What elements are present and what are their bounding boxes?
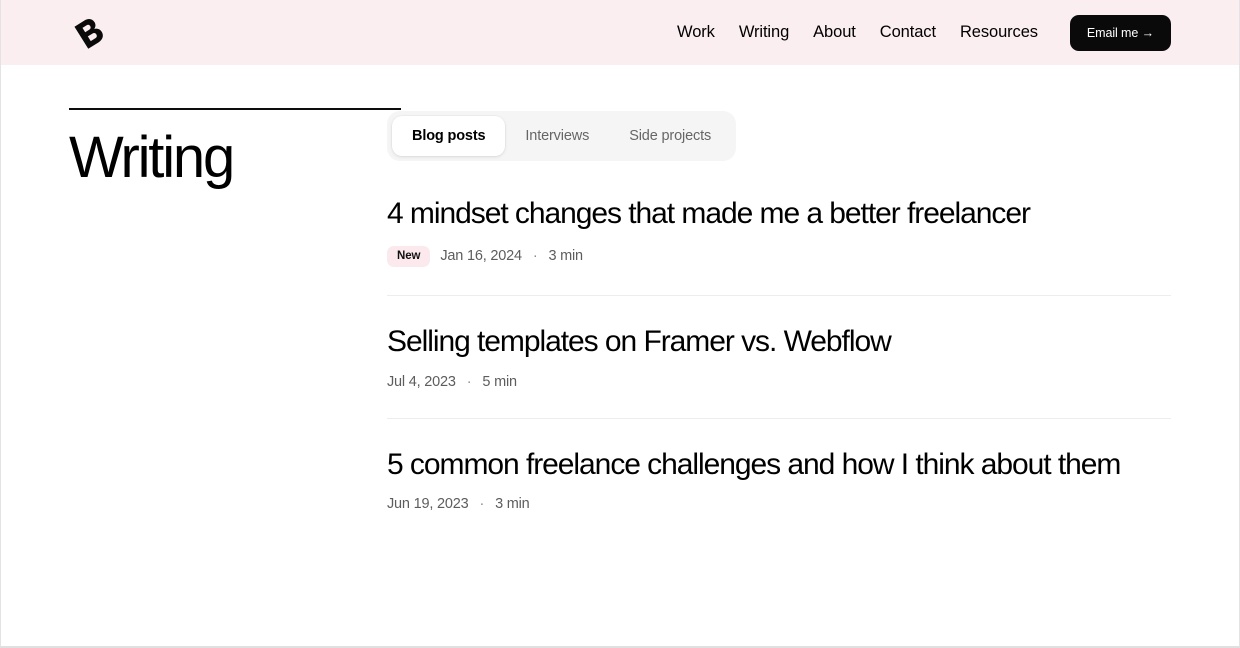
post-title: Selling templates on Framer vs. Webflow [387,325,892,358]
nav-item-contact[interactable]: Contact [868,17,948,48]
email-me-button[interactable]: Email me → [1069,14,1171,51]
posts-column: Blog posts Interviews Side projects 4 mi… [387,65,1239,540]
page-content: Writing Blog posts Interviews Side proje… [1,65,1239,540]
page-header-column: Writing [1,65,401,540]
meta-separator: · [532,248,538,265]
title-divider [69,108,401,110]
meta-separator: · [466,373,472,390]
browser-viewport: Work Writing About Contact Resources Ema… [0,0,1240,648]
post-title: 4 mindset changes that made me a better … [387,197,1031,230]
tab-interviews[interactable]: Interviews [505,116,609,156]
post-list-item[interactable]: Selling templates on Framer vs. Webflow … [387,295,1171,418]
post-read-time: 3 min [548,248,583,265]
post-read-time: 3 min [495,496,530,512]
nav-item-about[interactable]: About [801,17,868,48]
tab-blog-posts[interactable]: Blog posts [392,116,506,156]
post-meta: New Jan 16, 2024 · 3 min [387,245,1171,267]
brand-logo-icon[interactable] [69,13,109,53]
status-badge: New [387,245,431,267]
nav-item-resources[interactable]: Resources [948,17,1050,48]
tab-side-projects[interactable]: Side projects [609,116,731,156]
main-navigation: Work Writing About Contact Resources Ema… [677,14,1171,51]
nav-item-work[interactable]: Work [677,17,727,48]
post-list-item[interactable]: 5 common freelance challenges and how I … [387,417,1171,541]
post-read-time: 5 min [482,373,517,390]
post-date: Jun 19, 2023 [387,496,469,512]
post-meta: Jul 4, 2023 · 5 min [387,374,1171,390]
post-title: 5 common freelance challenges and how I … [387,447,1121,481]
post-date: Jul 4, 2023 [387,373,456,390]
post-date: Jan 16, 2024 [440,248,522,265]
site-header: Work Writing About Contact Resources Ema… [1,0,1239,65]
nav-item-writing[interactable]: Writing [727,17,801,48]
post-list: 4 mindset changes that made me a better … [387,197,1171,540]
post-meta: Jun 19, 2023 · 3 min [387,496,1171,512]
meta-separator: · [479,496,485,512]
page-title: Writing [69,125,235,190]
content-tabs: Blog posts Interviews Side projects [387,111,737,161]
post-list-item[interactable]: 4 mindset changes that made me a better … [387,197,1171,295]
